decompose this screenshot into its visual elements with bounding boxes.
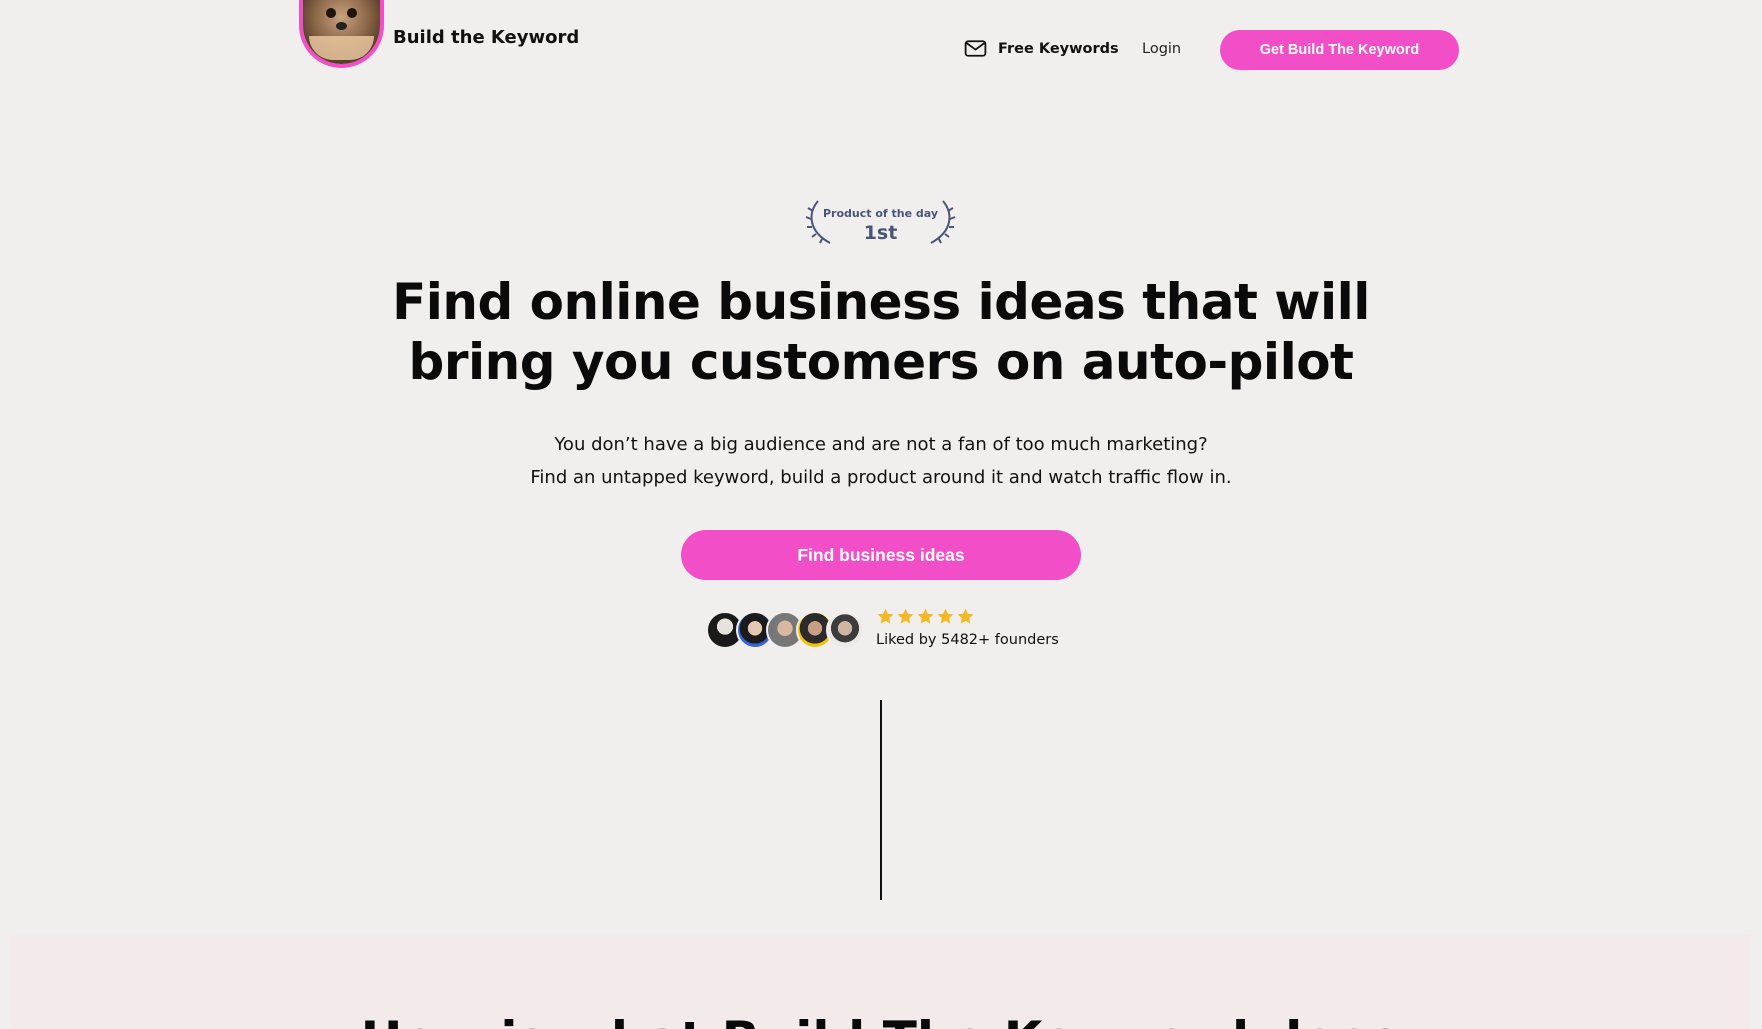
avatar [826, 611, 864, 649]
hero-title-line: bring you customers on auto-pilot [408, 333, 1354, 391]
hero-title-line: Find online business ideas that will [392, 273, 1370, 331]
hero-title: Find online business ideas that will bri… [381, 272, 1381, 392]
logo-fur [309, 36, 374, 60]
star-icon [937, 608, 954, 624]
liked-by-text: Liked by 5482+ founders [876, 632, 1059, 648]
next-section-title: How is what Build The Keyword does [11, 1010, 1750, 1029]
hero-subtitle-line: You don’t have a big audience and are no… [554, 434, 1208, 455]
logo-nose [336, 22, 347, 30]
star-icon [897, 608, 914, 624]
get-build-the-keyword-button[interactable]: Get Build The Keyword [1220, 30, 1459, 70]
nav-login[interactable]: Login [1142, 41, 1181, 57]
mail-icon[interactable] [963, 36, 988, 61]
star-icon [917, 608, 934, 624]
founder-avatars [706, 611, 866, 651]
product-of-the-day-badge[interactable]: Product of the day 1st [804, 197, 957, 247]
star-icon [957, 608, 974, 624]
vertical-divider-line [880, 700, 882, 900]
logo-eye [326, 8, 336, 18]
badge-label: Product of the day [822, 207, 939, 220]
hero-subtitle-line: Find an untapped keyword, build a produc… [530, 467, 1232, 488]
hero-subtitle: You don’t have a big audience and are no… [381, 428, 1381, 494]
nav-free-keywords[interactable]: Free Keywords [998, 41, 1119, 57]
logo-eye [347, 8, 357, 18]
find-business-ideas-button[interactable]: Find business ideas [681, 530, 1081, 580]
logo-dog-image[interactable] [303, 0, 380, 64]
star-icon [877, 608, 894, 624]
brand-name[interactable]: Build the Keyword [393, 27, 579, 48]
site-header: Build the Keyword Free Keywords Login Ge… [0, 0, 1762, 100]
rating-stars [876, 607, 975, 629]
badge-rank: 1st [863, 222, 898, 244]
